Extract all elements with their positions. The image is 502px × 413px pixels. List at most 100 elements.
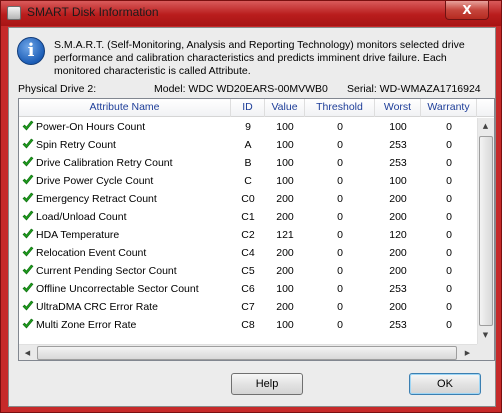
attribute-name: Power-On Hours Count	[36, 121, 146, 133]
horizontal-scroll-thumb[interactable]	[37, 346, 457, 360]
column-header[interactable]: Worst	[375, 99, 421, 117]
attribute-name-cell: UltraDMA CRC Error Rate	[19, 298, 231, 316]
table-body: Power-On Hours Count 9 100 0 100 0 Spin Retry …	[19, 118, 477, 334]
scroll-right-arrow-icon[interactable]: ▶	[460, 345, 475, 360]
table-cell-warranty: 0	[446, 229, 452, 241]
attribute-name: HDA Temperature	[36, 229, 120, 241]
table-row[interactable]: HDA Temperature C2 121 0 120 0	[19, 226, 477, 244]
table-cell-value: 200	[276, 265, 294, 277]
table-row[interactable]: Offline Uncorrectable Sector Count C6 100 0…	[19, 280, 477, 298]
table-row[interactable]: Power-On Hours Count 9 100 0 100 0	[19, 118, 477, 136]
table-cell-worst: 100	[389, 121, 407, 133]
ok-button[interactable]: OK	[409, 373, 481, 395]
smart-description: S.M.A.R.T. (Self-Monitoring, Analysis an…	[54, 39, 465, 77]
table-cell-id: B	[244, 157, 252, 169]
drive-serial: Serial: WD-WMAZA1716924	[347, 83, 481, 95]
table-cell-warranty: 0	[446, 157, 452, 169]
horizontal-scrollbar[interactable]: ◀ ▶	[19, 344, 477, 360]
table-row[interactable]: Drive Power Cycle Count C 100 0 100 0	[19, 172, 477, 190]
column-header[interactable]: Attribute Name	[19, 99, 231, 117]
attribute-name-cell: Current Pending Sector Count	[19, 262, 231, 280]
attributes-table[interactable]: Attribute Name ID Value Threshold Worst Warra…	[18, 98, 495, 361]
table-cell-value: 200	[276, 301, 294, 313]
attribute-name-cell: Drive Calibration Retry Count	[19, 154, 231, 172]
table-cell-id: A	[244, 139, 252, 151]
table-row[interactable]: Spin Retry Count A 100 0 253 0	[19, 136, 477, 154]
attribute-name: Emergency Retract Count	[36, 193, 157, 205]
table-cell-id: C	[244, 175, 252, 187]
table-cell-threshold: 0	[337, 301, 343, 313]
scroll-left-arrow-icon[interactable]: ◀	[20, 345, 35, 360]
green-check-icon	[22, 210, 34, 221]
table-cell-value: 100	[276, 319, 294, 331]
physical-drive-label: Physical Drive 2:	[18, 83, 97, 95]
table-cell-value: 100	[276, 175, 294, 187]
table-cell-warranty: 0	[446, 319, 452, 331]
table-cell-id: C6	[241, 283, 255, 295]
table-cell-warranty: 0	[446, 121, 452, 133]
attribute-name: UltraDMA CRC Error Rate	[36, 301, 158, 313]
table-cell-worst: 253	[389, 157, 407, 169]
green-check-icon	[22, 300, 34, 311]
close-button[interactable]: X	[445, 1, 489, 20]
green-check-icon	[22, 318, 34, 329]
green-check-icon	[22, 228, 34, 239]
table-cell-threshold: 0	[337, 265, 343, 277]
table-cell-value: 100	[276, 157, 294, 169]
table-cell-id: C1	[241, 211, 255, 223]
green-check-icon	[22, 282, 34, 293]
table-cell-threshold: 0	[337, 121, 343, 133]
table-row[interactable]: Relocation Event Count C4 200 0 200 0	[19, 244, 477, 262]
attribute-name-cell: Offline Uncorrectable Sector Count	[19, 280, 231, 298]
table-cell-threshold: 0	[337, 283, 343, 295]
column-header[interactable]: Warranty	[421, 99, 477, 117]
table-cell-threshold: 0	[337, 319, 343, 331]
table-cell-id: C0	[241, 193, 255, 205]
drive-info-row: Physical Drive 2: Model: WDC WD20EARS-00…	[18, 83, 496, 97]
table-cell-warranty: 0	[446, 265, 452, 277]
table-row[interactable]: UltraDMA CRC Error Rate C7 200 0 200 0	[19, 298, 477, 316]
table-cell-threshold: 0	[337, 247, 343, 259]
attribute-name: Load/Unload Count	[36, 211, 127, 223]
scrollbar-corner	[477, 344, 494, 360]
drive-model: Model: WDC WD20EARS-00MVWB0	[154, 83, 328, 95]
window-title: SMART Disk Information	[27, 5, 159, 19]
title-bar[interactable]: SMART Disk Information X	[1, 1, 501, 26]
vertical-scroll-thumb[interactable]	[479, 136, 493, 326]
attribute-name-cell: Drive Power Cycle Count	[19, 172, 231, 190]
info-icon: i	[17, 37, 45, 65]
column-header[interactable]: ID	[231, 99, 265, 117]
table-cell-worst: 200	[389, 301, 407, 313]
table-cell-threshold: 0	[337, 139, 343, 151]
green-check-icon	[22, 264, 34, 275]
table-cell-value: 100	[276, 283, 294, 295]
table-cell-warranty: 0	[446, 193, 452, 205]
dialog-body: i S.M.A.R.T. (Self-Monitoring, Analysis …	[8, 27, 496, 407]
table-row[interactable]: Emergency Retract Count C0 200 0 200 0	[19, 190, 477, 208]
disk-app-icon	[7, 6, 21, 20]
table-cell-warranty: 0	[446, 301, 452, 313]
table-cell-id: C7	[241, 301, 255, 313]
help-button[interactable]: Help	[231, 373, 303, 395]
column-header[interactable]: Threshold	[305, 99, 375, 117]
table-cell-threshold: 0	[337, 157, 343, 169]
table-row[interactable]: Load/Unload Count C1 200 0 200 0	[19, 208, 477, 226]
table-cell-threshold: 0	[337, 175, 343, 187]
table-cell-worst: 200	[389, 211, 407, 223]
table-cell-value: 121	[276, 229, 294, 241]
table-cell-warranty: 0	[446, 139, 452, 151]
table-row[interactable]: Current Pending Sector Count C5 200 0 200 0	[19, 262, 477, 280]
column-header[interactable]: Value	[265, 99, 305, 117]
table-row[interactable]: Drive Calibration Retry Count B 100 0 253 0	[19, 154, 477, 172]
table-cell-threshold: 0	[337, 211, 343, 223]
table-cell-worst: 200	[389, 193, 407, 205]
table-header: Attribute Name ID Value Threshold Worst Warra…	[19, 99, 494, 117]
vertical-scrollbar[interactable]: ▲ ▼	[477, 118, 494, 344]
attribute-name-cell: Power-On Hours Count	[19, 118, 231, 136]
attribute-name: Current Pending Sector Count	[36, 265, 177, 277]
table-cell-worst: 120	[389, 229, 407, 241]
scroll-up-arrow-icon[interactable]: ▲	[478, 118, 493, 134]
table-row[interactable]: Multi Zone Error Rate C8 100 0 253 0	[19, 316, 477, 334]
scroll-down-arrow-icon[interactable]: ▼	[478, 327, 493, 343]
table-cell-worst: 253	[389, 319, 407, 331]
